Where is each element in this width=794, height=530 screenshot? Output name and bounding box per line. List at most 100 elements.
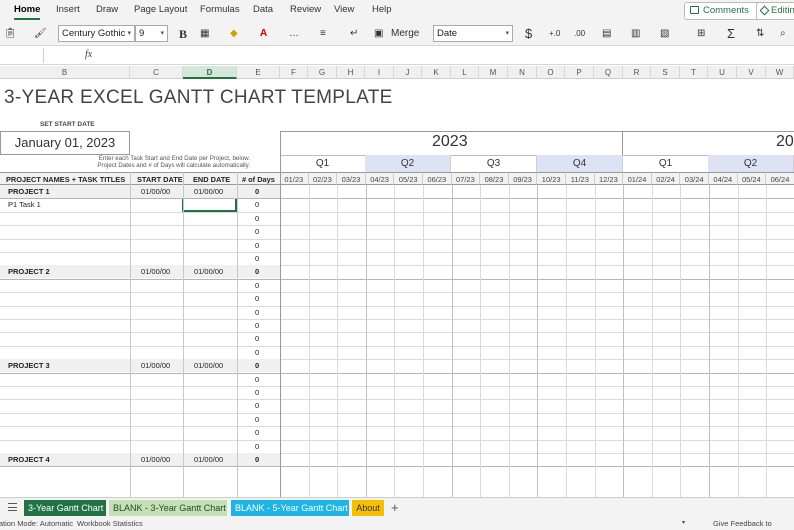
number-format-select[interactable]: Date ▾ xyxy=(433,25,513,42)
menu-tab[interactable]: Draw xyxy=(96,4,118,15)
name-box[interactable] xyxy=(0,48,44,63)
column-header[interactable]: V xyxy=(737,66,766,79)
bold-button[interactable]: B xyxy=(179,25,187,43)
menu-tab[interactable]: Home xyxy=(14,4,41,20)
conditional-format-icon[interactable]: ▤ xyxy=(602,25,611,43)
start-date-cell[interactable]: 01/00/00 xyxy=(141,267,170,276)
font-name-select[interactable]: Century Gothic ▾ xyxy=(58,25,135,42)
column-header[interactable]: E xyxy=(237,66,280,79)
gantt-gridline xyxy=(423,185,424,497)
worksheet-grid[interactable]: 3-YEAR EXCEL GANTT CHART TEMPLATE SET ST… xyxy=(0,79,794,497)
sheet-tab[interactable]: BLANK - 5-Year Gantt Chart xyxy=(231,500,349,516)
workbook-stats-link[interactable]: Workbook Statistics xyxy=(77,517,143,530)
decrease-decimal-icon[interactable]: .00 xyxy=(574,25,585,43)
end-date-cell[interactable]: 01/00/00 xyxy=(194,361,223,370)
task-name-cell[interactable]: PROJECT 2 xyxy=(8,267,50,276)
add-sheet-button[interactable]: + xyxy=(391,500,399,516)
column-header[interactable]: S xyxy=(651,66,680,79)
menu-tab[interactable]: Page Layout xyxy=(134,4,187,15)
menu-tab[interactable]: Help xyxy=(372,4,392,15)
feedback-link[interactable]: Give Feedback to Microsoft xyxy=(713,517,794,530)
end-date-cell[interactable]: 01/00/00 xyxy=(194,267,223,276)
merge-icon[interactable]: ▣ xyxy=(374,25,383,43)
column-header[interactable]: C xyxy=(130,66,183,79)
start-date-cell[interactable]: 01/00/00 xyxy=(141,187,170,196)
column-header[interactable]: U xyxy=(708,66,737,79)
task-name-cell[interactable]: P1 Task 1 xyxy=(8,200,41,209)
column-header[interactable]: J xyxy=(394,66,422,79)
merge-button[interactable]: Merge xyxy=(391,25,419,43)
month-header: 03/23 xyxy=(337,172,366,185)
end-date-cell[interactable]: 01/00/00 xyxy=(194,187,223,196)
task-name-cell[interactable]: PROJECT 3 xyxy=(8,361,50,370)
menu-tab[interactable]: Insert xyxy=(56,4,80,15)
task-name-cell[interactable]: PROJECT 1 xyxy=(8,187,50,196)
sheet-tab[interactable]: 3-Year Gantt Chart xyxy=(24,500,106,516)
menu-tab[interactable]: Data xyxy=(253,4,273,15)
currency-button[interactable]: $ xyxy=(525,25,532,43)
gantt-gridline xyxy=(308,185,310,497)
cell-styles-icon[interactable]: ▧ xyxy=(660,25,669,43)
column-header[interactable]: M xyxy=(479,66,508,79)
month-header: 07/23 xyxy=(451,172,481,185)
start-date-cell[interactable]: January 01, 2023 xyxy=(0,131,130,155)
month-header: 01/24 xyxy=(623,172,652,185)
month-header: 05/24 xyxy=(737,172,767,185)
column-header[interactable]: W xyxy=(766,66,794,79)
comments-label: Comments xyxy=(703,5,749,16)
fill-color-icon[interactable]: ◆ xyxy=(230,25,238,43)
column-header[interactable]: N xyxy=(508,66,537,79)
end-date-cell[interactable]: 01/00/00 xyxy=(194,455,223,464)
days-cell: 0 xyxy=(255,428,260,438)
font-color-icon[interactable]: A xyxy=(260,25,267,43)
borders-icon[interactable]: ▦ xyxy=(200,25,209,43)
font-size-select[interactable]: 9 ▾ xyxy=(135,25,168,42)
quarter-header: Q2 xyxy=(708,155,794,172)
column-header[interactable]: G xyxy=(308,66,337,79)
sheet-tab[interactable]: About xyxy=(352,500,384,516)
column-header[interactable]: L xyxy=(451,66,479,79)
column-header[interactable]: F xyxy=(280,66,308,79)
quarter-header: Q1 xyxy=(280,155,366,172)
task-name-cell[interactable]: PROJECT 4 xyxy=(8,455,50,464)
all-sheets-menu-icon[interactable] xyxy=(8,503,17,511)
column-header[interactable]: B xyxy=(0,66,130,79)
column-header[interactable]: Q xyxy=(594,66,623,79)
editing-mode-button[interactable]: Editing xyxy=(756,2,794,20)
column-header[interactable]: P xyxy=(565,66,594,79)
menu-tab[interactable]: View xyxy=(334,4,354,15)
row-gridline xyxy=(0,412,794,414)
column-header[interactable]: D xyxy=(183,66,237,79)
increase-decimal-icon[interactable]: +.0 xyxy=(549,25,560,43)
fx-icon[interactable]: fx xyxy=(85,49,92,60)
wrap-text-icon[interactable]: ↵ xyxy=(350,25,358,43)
days-cell: 0 xyxy=(255,414,260,424)
gantt-gridline xyxy=(737,185,739,497)
more-options-button[interactable]: … xyxy=(289,25,299,43)
days-cell: 0 xyxy=(255,334,260,344)
sort-filter-icon[interactable]: ⇅ xyxy=(756,25,764,43)
row-gridline xyxy=(0,332,794,334)
format-painter-icon[interactable]: 🖌︎ xyxy=(34,25,47,43)
column-header[interactable]: T xyxy=(680,66,708,79)
start-date-cell[interactable]: 01/00/00 xyxy=(141,361,170,370)
column-header[interactable]: O xyxy=(537,66,565,79)
sheet-tab[interactable]: BLANK - 3-Year Gantt Chart xyxy=(109,500,227,516)
column-header[interactable]: K xyxy=(422,66,451,79)
insert-cells-icon[interactable]: ⊞ xyxy=(697,25,705,43)
format-table-icon[interactable]: ▥ xyxy=(631,25,640,43)
gantt-gridline xyxy=(766,185,768,497)
clipboard-icon[interactable]: 📋︎ xyxy=(4,25,17,43)
column-header[interactable]: H xyxy=(337,66,365,79)
menu-tab[interactable]: Review xyxy=(290,4,321,15)
column-header[interactable]: R xyxy=(623,66,651,79)
autosum-button[interactable]: Σ xyxy=(727,25,735,43)
align-icon[interactable]: ≡ xyxy=(320,25,326,43)
month-header: 02/23 xyxy=(308,172,338,185)
days-cell: 0 xyxy=(255,321,260,330)
find-icon[interactable]: ⌕ xyxy=(780,25,786,43)
start-date-cell[interactable]: 01/00/00 xyxy=(141,455,170,464)
menu-tab[interactable]: Formulas xyxy=(200,4,240,15)
column-header[interactable]: I xyxy=(365,66,394,79)
gantt-gridline xyxy=(508,185,510,497)
